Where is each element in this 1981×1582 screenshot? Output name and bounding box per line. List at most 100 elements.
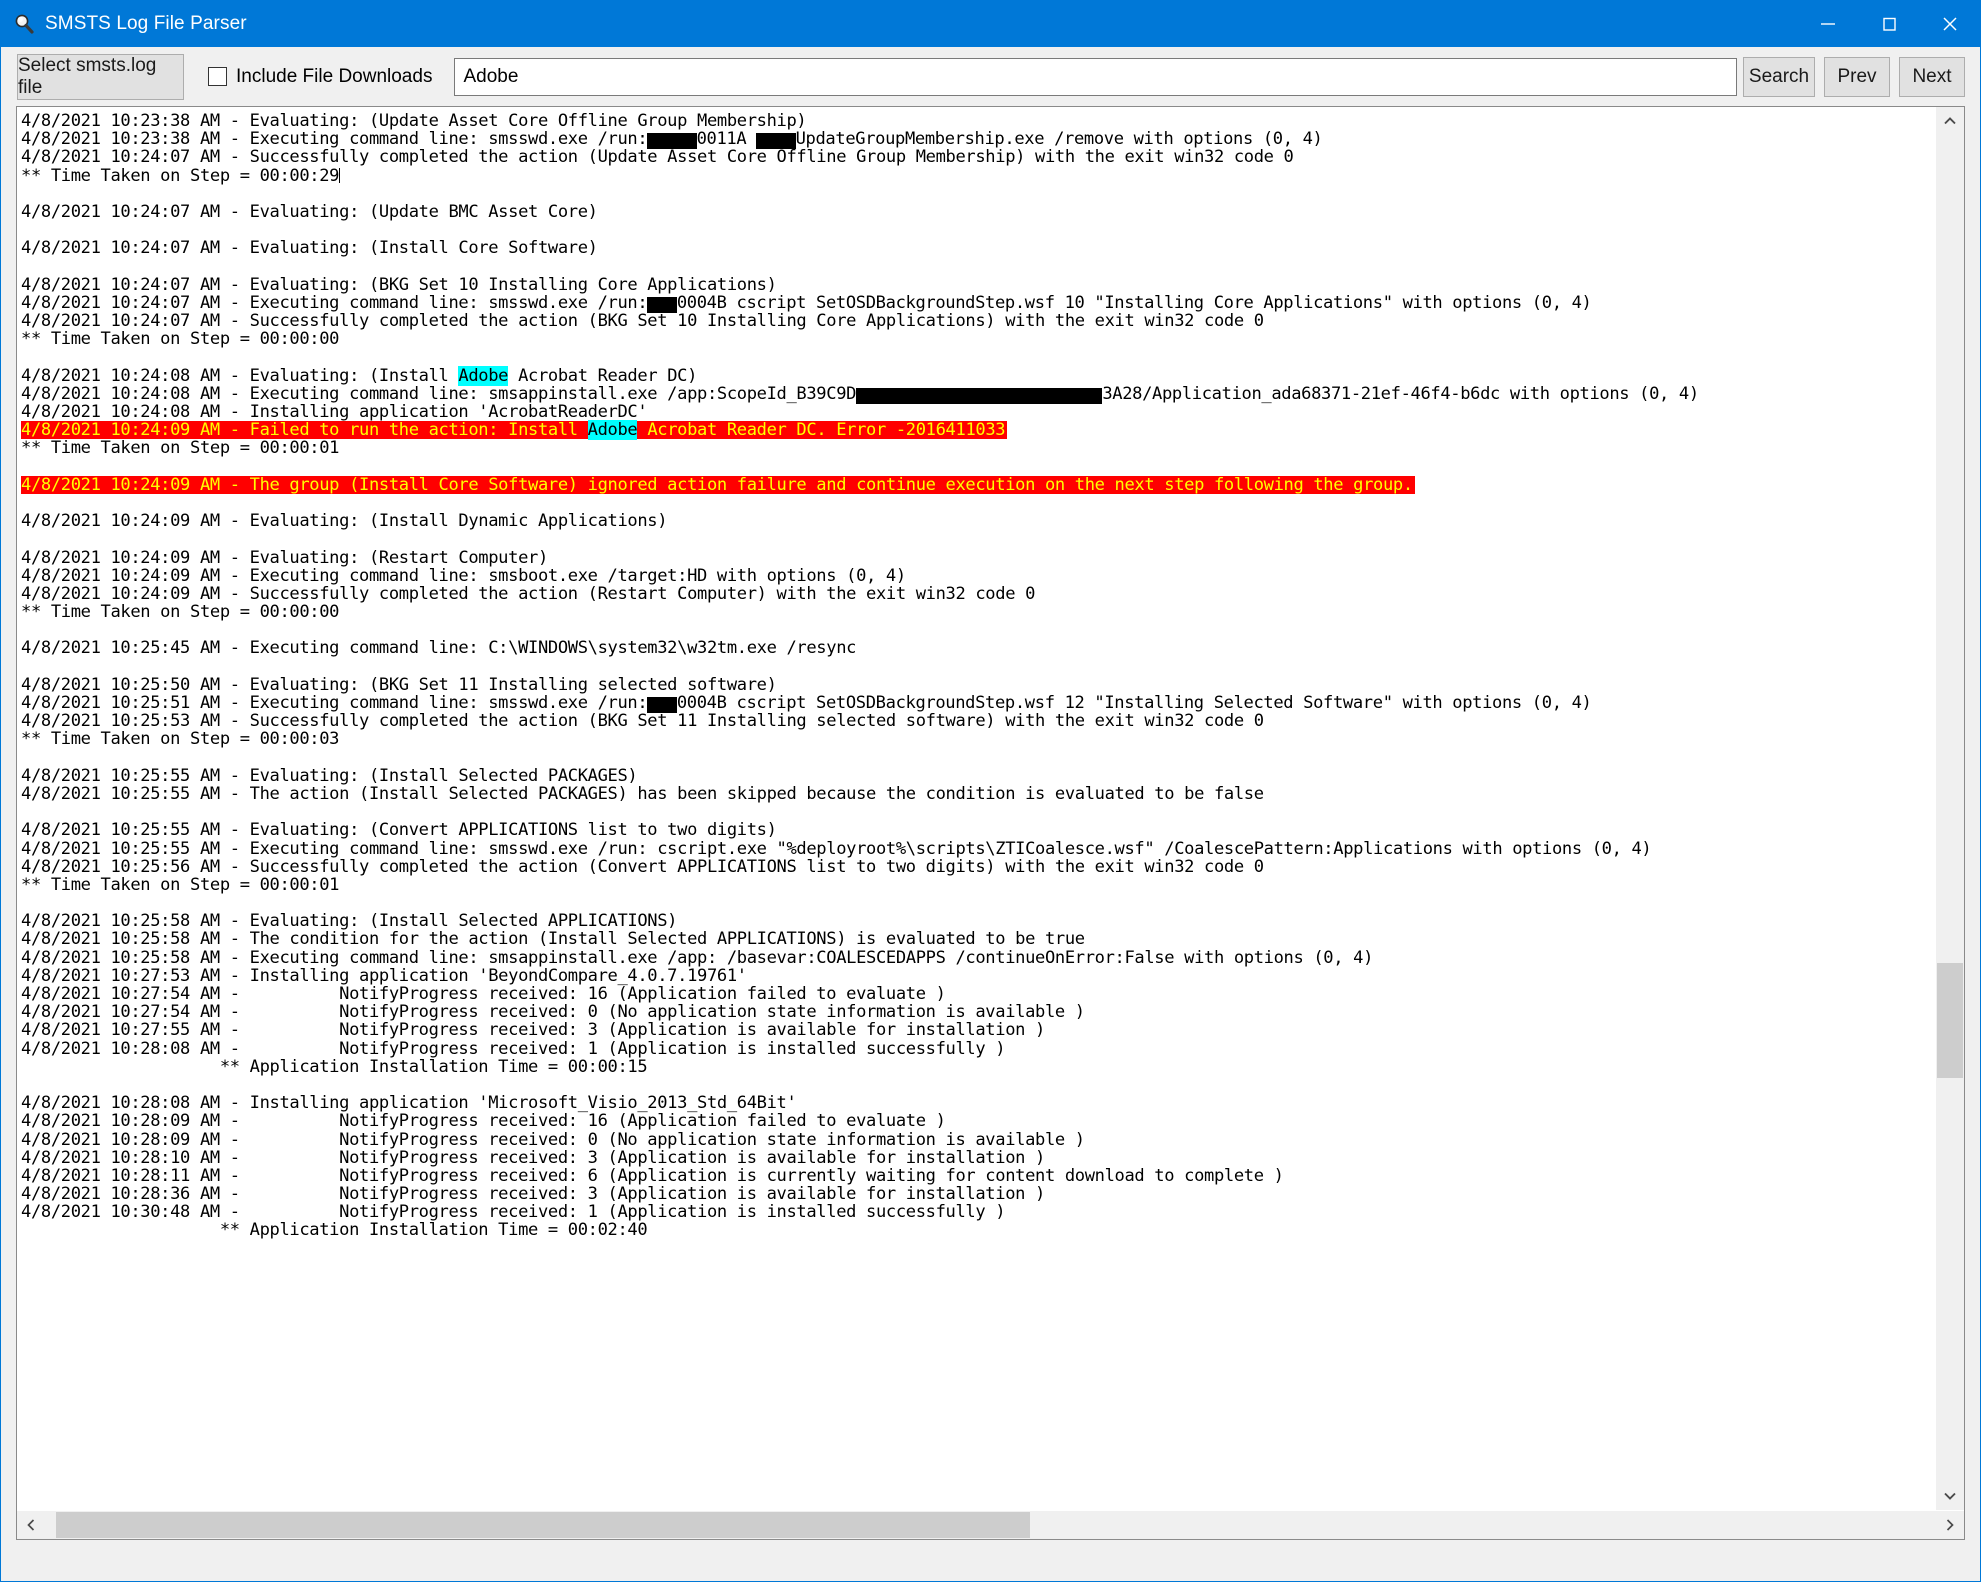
log-line: 4/8/2021 10:25:58 AM - Executing command… — [21, 948, 1935, 966]
log-line-text: 4/8/2021 10:25:55 AM - Executing command… — [21, 838, 1652, 859]
log-line: 4/8/2021 10:30:48 AM - NotifyProgress re… — [21, 1203, 1935, 1221]
log-line: 4/8/2021 10:24:07 AM - Evaluating: (Inst… — [21, 239, 1935, 257]
log-line: 4/8/2021 10:23:38 AM - Executing command… — [21, 129, 1935, 150]
title-bar: SMSTS Log File Parser — [1, 1, 1980, 47]
log-line: ** Time Taken on Step = 00:00:01 — [21, 439, 1935, 457]
log-line-text: ** Time Taken on Step = 00:00:01 — [21, 874, 340, 895]
prev-button[interactable]: Prev — [1824, 56, 1890, 97]
search-button[interactable]: Search — [1743, 56, 1815, 97]
log-line-text: 4/8/2021 10:25:45 AM - Executing command… — [21, 638, 857, 659]
log-line-text: 4/8/2021 10:23:38 AM - Executing command… — [21, 129, 1323, 150]
status-bar — [1, 1555, 1980, 1581]
log-line: ** Time Taken on Step = 00:00:00 — [21, 330, 1935, 348]
caption-button-group — [1797, 1, 1980, 47]
log-line: ** Application Installation Time = 00:00… — [21, 1058, 1935, 1076]
log-line: 4/8/2021 10:27:55 AM - NotifyProgress re… — [21, 1021, 1935, 1039]
log-line-text: 4/8/2021 10:28:08 AM - NotifyProgress re… — [21, 1038, 1006, 1059]
log-line-text: 4/8/2021 10:24:09 AM - Evaluating: (Inst… — [21, 511, 668, 532]
log-line: 4/8/2021 10:24:09 AM - The group (Instal… — [21, 476, 1935, 494]
log-line: 4/8/2021 10:28:11 AM - NotifyProgress re… — [21, 1167, 1935, 1185]
log-line-text: 4/8/2021 10:25:55 AM - Evaluating: (Conv… — [21, 820, 777, 841]
log-line-text: 4/8/2021 10:25:50 AM - Evaluating: (BKG … — [21, 674, 777, 695]
log-line-text: 4/8/2021 10:28:09 AM - NotifyProgress re… — [21, 1129, 1085, 1150]
log-line-text: ** Time Taken on Step = 00:00:00 — [21, 329, 340, 350]
log-line-text: 4/8/2021 10:24:07 AM - Evaluating: (Inst… — [21, 238, 598, 259]
log-text-area[interactable]: 4/8/2021 10:23:38 AM - Evaluating: (Upda… — [17, 107, 1935, 1510]
log-line — [21, 803, 1935, 821]
log-line-text: ** Time Taken on Step = 00:00:01 — [21, 438, 340, 459]
log-line-text — [21, 530, 1935, 548]
search-match: Adobe — [458, 365, 509, 386]
log-line: 4/8/2021 10:28:36 AM - NotifyProgress re… — [21, 1185, 1935, 1203]
search-input[interactable] — [454, 57, 1737, 96]
horizontal-scrollbar[interactable] — [17, 1510, 1964, 1539]
log-line-text — [21, 458, 1935, 476]
log-line: 4/8/2021 10:25:50 AM - Evaluating: (BKG … — [21, 676, 1935, 694]
vertical-scrollbar[interactable] — [1935, 107, 1964, 1510]
log-line-error: 4/8/2021 10:24:09 AM - Failed to run the… — [21, 420, 1008, 441]
vertical-scroll-thumb[interactable] — [1937, 963, 1963, 1078]
scroll-up-arrow-icon[interactable] — [1936, 107, 1964, 135]
horizontal-scroll-track[interactable] — [45, 1511, 1936, 1539]
log-line-text — [21, 348, 1935, 366]
log-line-text — [21, 1076, 1935, 1094]
log-line-text: 4/8/2021 10:24:08 AM - Executing command… — [21, 383, 1699, 404]
log-line-text — [21, 221, 1935, 239]
log-line — [21, 348, 1935, 366]
log-line-text: 4/8/2021 10:27:54 AM - NotifyProgress re… — [21, 984, 946, 1004]
log-line-text: 4/8/2021 10:25:56 AM - Successfully comp… — [21, 856, 1264, 877]
log-line: 4/8/2021 10:25:55 AM - The action (Insta… — [21, 785, 1935, 803]
log-line-text: 4/8/2021 10:28:09 AM - NotifyProgress re… — [21, 1111, 946, 1132]
scroll-right-arrow-icon[interactable] — [1936, 1511, 1964, 1539]
log-line: 4/8/2021 10:24:09 AM - Failed to run the… — [21, 420, 1935, 441]
include-file-downloads-checkbox-group[interactable]: Include File Downloads — [208, 66, 432, 88]
log-line-text — [21, 658, 1935, 676]
log-line-text: ** Time Taken on Step = 00:00:00 — [21, 602, 340, 623]
log-line — [21, 185, 1935, 203]
log-line — [21, 749, 1935, 767]
log-viewer: 4/8/2021 10:23:38 AM - Evaluating: (Upda… — [16, 106, 1965, 1540]
close-button[interactable] — [1919, 1, 1980, 47]
text-caret — [339, 167, 341, 183]
next-button[interactable]: Next — [1899, 56, 1965, 97]
log-line: 4/8/2021 10:28:08 AM - Installing applic… — [21, 1094, 1935, 1112]
log-line-text: 4/8/2021 10:25:53 AM - Successfully comp… — [21, 711, 1264, 732]
maximize-button[interactable] — [1858, 1, 1919, 47]
include-file-downloads-checkbox[interactable] — [208, 67, 227, 86]
log-line: 4/8/2021 10:23:38 AM - Evaluating: (Upda… — [21, 112, 1935, 130]
log-line-text: 4/8/2021 10:28:36 AM - NotifyProgress re… — [21, 1184, 1045, 1205]
log-line: 4/8/2021 10:25:51 AM - Executing command… — [21, 693, 1935, 713]
log-line — [21, 494, 1935, 512]
log-line-text: 4/8/2021 10:24:07 AM - Evaluating: (BKG … — [21, 274, 777, 295]
log-line: 4/8/2021 10:24:07 AM - Evaluating: (BKG … — [21, 274, 1935, 295]
log-line-text — [21, 258, 1935, 276]
log-line-text: 4/8/2021 10:24:07 AM - Executing command… — [21, 292, 1592, 313]
log-line: 4/8/2021 10:28:10 AM - NotifyProgress re… — [21, 1147, 1935, 1168]
log-line-text: 4/8/2021 10:28:10 AM - NotifyProgress re… — [21, 1147, 1045, 1168]
log-line: 4/8/2021 10:24:08 AM - Evaluating: (Inst… — [21, 365, 1935, 386]
log-line-text: 4/8/2021 10:27:55 AM - NotifyProgress re… — [21, 1020, 1045, 1041]
log-line-text: 4/8/2021 10:24:08 AM - Evaluating: (Inst… — [21, 365, 698, 386]
scroll-down-arrow-icon[interactable] — [1936, 1482, 1964, 1510]
log-line — [21, 621, 1935, 639]
select-log-file-button[interactable]: Select smsts.log file — [17, 53, 184, 100]
log-line: 4/8/2021 10:24:07 AM - Executing command… — [21, 292, 1935, 313]
log-line — [21, 894, 1935, 912]
log-line-text — [21, 1240, 1935, 1258]
log-line-text: ** Time Taken on Step = 00:00:03 — [21, 729, 340, 750]
log-line-text: 4/8/2021 10:23:38 AM - Evaluating: (Upda… — [21, 111, 807, 131]
magnifier-icon — [13, 13, 35, 35]
redaction-block — [856, 387, 1103, 404]
log-line-text: ** Application Installation Time = 00:00… — [21, 1056, 648, 1077]
vertical-scroll-track[interactable] — [1936, 135, 1964, 1482]
log-line-text — [21, 621, 1935, 639]
minimize-button[interactable] — [1797, 1, 1858, 47]
log-line-text: 4/8/2021 10:27:53 AM - Installing applic… — [21, 965, 747, 986]
log-line — [21, 658, 1935, 676]
horizontal-scroll-thumb[interactable] — [56, 1512, 1031, 1538]
scroll-left-arrow-icon[interactable] — [17, 1511, 45, 1539]
log-line-text: 4/8/2021 10:25:51 AM - Executing command… — [21, 693, 1592, 713]
log-line: 4/8/2021 10:28:09 AM - NotifyProgress re… — [21, 1129, 1935, 1150]
log-line-text: 4/8/2021 10:30:48 AM - NotifyProgress re… — [21, 1202, 1006, 1223]
include-file-downloads-label: Include File Downloads — [236, 65, 433, 87]
